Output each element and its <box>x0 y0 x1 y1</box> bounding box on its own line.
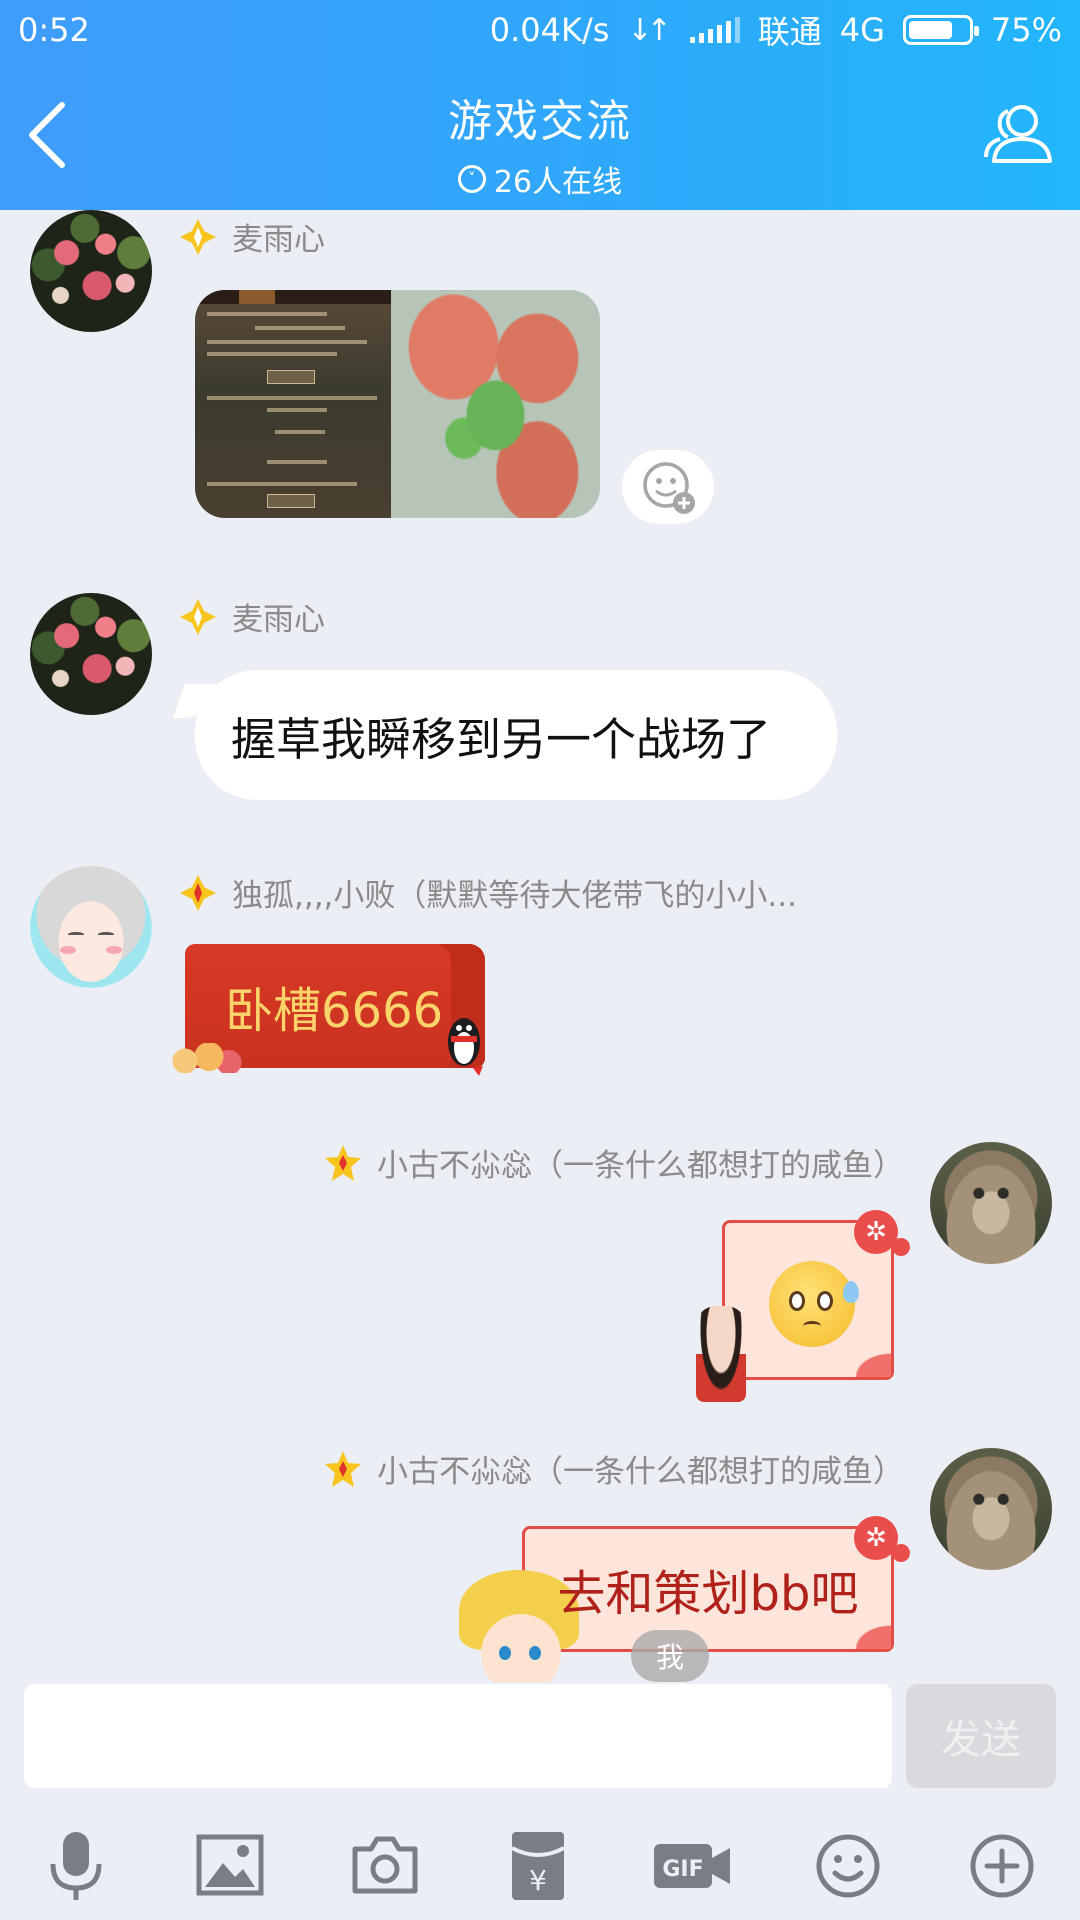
member-badge-icon <box>180 874 216 911</box>
header: 0:52 0.04K/s ↓↑ 联通 4G 75% 游戏交流 ˅ 26人在线 <box>0 0 1080 210</box>
sender-row: 独孤,,,,小败（默默等待大佬带飞的小小... <box>178 870 797 915</box>
sender-name: 小古不尛惢（一条什么都想打的咸鱼） <box>377 1454 904 1490</box>
anxious-face-icon <box>769 1261 859 1347</box>
flower-decoration-icon: ✲ <box>854 1210 910 1256</box>
status-time: 0:52 <box>18 11 90 49</box>
red-packet-button[interactable]: ¥ <box>498 1826 578 1906</box>
character-figure-icon <box>696 1306 746 1402</box>
data-transfer-icon: ↓↑ <box>627 12 671 48</box>
self-label: 我 <box>631 1630 709 1682</box>
status-indicators: 0.04K/s ↓↑ 联通 4G 75% <box>490 7 1062 53</box>
sender-row: 小古不尛惢（一条什么都想打的咸鱼） <box>252 1140 904 1185</box>
signal-icon <box>689 17 740 43</box>
svg-text:GIF: GIF <box>662 1857 703 1882</box>
red-packet-icon: ¥ <box>511 1832 565 1900</box>
penguin-icon <box>448 1018 483 1076</box>
member-badge-icon <box>325 1144 361 1181</box>
text-message-bubble[interactable]: 握草我瞬移到另一个战场了 <box>195 670 837 800</box>
microphone-icon <box>50 1832 102 1900</box>
avatar[interactable] <box>30 866 152 988</box>
member-badge-icon <box>180 598 216 635</box>
message-input[interactable] <box>24 1684 892 1788</box>
sender-name: 麦雨心 <box>232 602 325 638</box>
gif-button[interactable]: GIF <box>652 1826 732 1906</box>
camera-icon <box>352 1836 418 1894</box>
avatar[interactable] <box>30 593 152 715</box>
image-icon <box>196 1834 264 1896</box>
screenshot-map <box>391 290 600 518</box>
send-button[interactable]: 发送 <box>906 1684 1056 1788</box>
voice-button[interactable] <box>36 1826 116 1906</box>
flower-decoration-icon: ✲ <box>854 1516 910 1562</box>
online-status[interactable]: ˅ 26人在线 <box>457 157 623 201</box>
users-icon <box>984 105 1052 163</box>
sender-row: 麦雨心 <box>178 214 325 259</box>
camera-button[interactable] <box>345 1826 425 1906</box>
cloud-decoration-icon <box>165 1043 245 1073</box>
sender-row: 小古不尛惢（一条什么都想打的咸鱼） <box>252 1446 904 1491</box>
title-block: 游戏交流 ˅ 26人在线 <box>0 85 1080 201</box>
message-text: 握草我瞬移到另一个战场了 <box>231 712 772 766</box>
sender-name: 小古不尛惢（一条什么都想打的咸鱼） <box>377 1148 904 1184</box>
emoji-icon <box>816 1834 880 1898</box>
network-type: 4G <box>839 11 885 49</box>
red-packet-text: 卧槽6666 <box>225 983 444 1039</box>
input-toolbar: ¥ GIF <box>0 1812 1080 1912</box>
avatar[interactable] <box>930 1448 1052 1570</box>
add-reaction-button[interactable] <box>622 450 714 524</box>
more-button[interactable] <box>962 1826 1042 1906</box>
chevron-down-icon: ˅ <box>457 165 486 193</box>
sender-name: 麦雨心 <box>232 222 325 258</box>
group-members-button[interactable] <box>978 95 1058 175</box>
online-count: 26人在线 <box>493 165 623 200</box>
input-area: 发送 ¥ GIF <box>0 1682 1080 1920</box>
avatar[interactable] <box>930 1142 1052 1264</box>
emoji-plus-icon <box>643 462 695 514</box>
sender-row: 麦雨心 <box>178 594 325 639</box>
screenshot-game-panel <box>195 290 391 518</box>
battery-percent: 75% <box>990 11 1062 49</box>
plus-icon <box>970 1834 1034 1898</box>
chat-message-list[interactable]: 麦雨心 麦雨心 握草我瞬移到另一个战场了 独孤,,,,小败（默默等待大佬带飞的小… <box>0 210 1080 1682</box>
sender-name: 独孤,,,,小败（默默等待大佬带飞的小小... <box>232 878 797 914</box>
gif-icon: GIF <box>654 1844 730 1888</box>
avatar[interactable] <box>30 210 152 332</box>
battery-icon <box>902 15 979 45</box>
member-badge-icon <box>325 1450 361 1487</box>
text-card-text: 去和策划bb吧 <box>557 1566 859 1622</box>
net-speed: 0.04K/s <box>489 11 610 49</box>
member-badge-icon <box>180 218 216 255</box>
emoji-button[interactable] <box>808 1826 888 1906</box>
image-message[interactable] <box>195 290 600 518</box>
battery-level <box>908 21 953 39</box>
image-button[interactable] <box>190 1826 270 1906</box>
carrier-name: 联通 <box>757 13 822 51</box>
status-bar: 0:52 0.04K/s ↓↑ 联通 4G 75% <box>0 0 1080 60</box>
page-title: 游戏交流 <box>448 96 632 147</box>
svg-text:¥: ¥ <box>529 1864 547 1897</box>
